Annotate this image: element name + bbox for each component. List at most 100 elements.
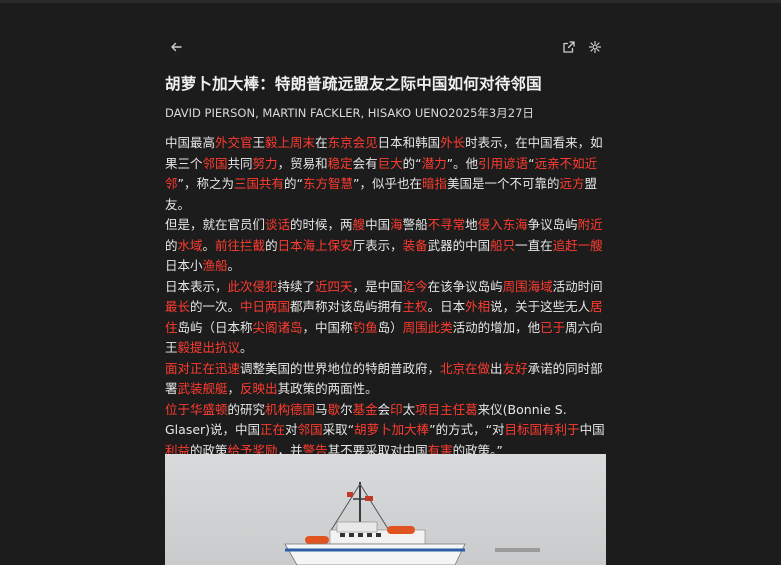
paragraph-text: 都声称对该岛屿拥有 [290,299,403,314]
paragraph-text: ”的方式，“对 [429,422,505,437]
paragraph-text: 共同 [227,155,253,171]
paragraph-text: 。 [240,340,253,355]
highlighted-term: 毅上周末 [265,135,316,150]
highlighted-term: 潜力 [421,155,447,171]
highlighted-term: 艘 [352,217,366,232]
paragraph-text: 厅表示， [352,237,403,253]
paragraph-text: 美国是一个不可靠的 [447,176,560,191]
paragraph-text: 采取“ [322,422,355,437]
paragraph-text: ，中国称 [302,319,353,335]
paragraph-text: 一直在 [515,237,553,253]
highlighted-term: 武装舰艇 [177,381,228,396]
paragraph-text: 的 [165,237,178,253]
highlighted-term: 前往拦截 [215,237,266,253]
highlighted-term: 追赶一艘 [552,237,603,253]
highlighted-term: 水域 [177,237,203,253]
gear-icon[interactable] [588,40,602,54]
paragraph-text: 但是，就在官员们 [165,217,266,232]
paragraph-text: 活动时间 [552,278,603,294]
paragraph-text: 在 [315,135,328,150]
paragraph-text: 警船 [402,217,428,232]
highlighted-term: 船只 [490,237,516,253]
highlighted-term: 钓鱼 [352,319,378,335]
paragraph-text: 活动的增加，他 [452,319,541,335]
highlighted-term: 渔船 [202,258,228,273]
paragraph-text: 王 [252,135,266,150]
highlighted-term: 外交官 [215,135,253,150]
reader-view: 胡萝卜加大棒：特朗普疏远盟友之际中国如何对待邻国 DAVID PIERSON, … [165,38,606,461]
paragraph-text: 日本小 [165,258,203,273]
highlighted-term: 稳定 [327,155,353,171]
highlighted-term: 邻国 [297,422,323,437]
highlighted-term: 外相 [465,299,491,314]
arrow-left-icon[interactable] [169,40,183,54]
paragraph-text: 的 [265,237,278,253]
highlighted-term: 不寻常 [427,217,466,232]
paragraph-text: ”。他 [446,155,479,171]
paragraph-text: 出 [490,360,503,376]
paragraph-text: 说，关于这些无人 [490,299,591,314]
article-byline: DAVID PIERSON, MARTIN FACKLER, HISAKO UE… [165,106,534,120]
highlighted-term: 装备 [402,237,428,253]
highlighted-term: 尖阁诸岛 [252,319,303,335]
article-body: 中国最高外交官王毅上周末在东京会见日本和韩国外长时表示，在中国看来，如果三个邻国… [165,133,606,461]
paragraph-text: 。日本 [427,299,466,314]
highlighted-term: 外长 [440,135,466,150]
paragraph-text: 。 [202,237,216,253]
highlighted-term: 海 [390,217,403,232]
article-title: 胡萝卜加大棒：特朗普疏远盟友之际中国如何对待邻国 [165,75,542,93]
highlighted-term: 侵入东海 [477,217,528,232]
highlighted-term: 迄今 [402,278,428,294]
highlighted-term: 东京会见 [327,135,378,150]
paragraph-text: 的一次。 [190,299,241,314]
paragraph-text: 中国 [579,422,605,437]
paragraph-text: 马 [315,401,328,417]
highlighted-term: 最长 [165,299,191,314]
highlighted-term: 三国共有 [234,176,285,191]
paragraph-text: 太 [402,401,416,417]
highlighted-term: 周围海域 [502,278,553,294]
paragraph-text: 的时候，两 [290,217,353,232]
highlighted-term: 附近 [577,217,603,232]
article-paragraph: 但是，就在官员们谈话的时候，两艘中国海警船不寻常地侵入东海争议岛屿附近的水域。前… [165,215,606,277]
highlighted-term: 周围此类 [402,319,453,335]
paragraph-text: 中国最高 [165,135,216,150]
paragraph-text: 在该争议岛屿 [427,278,503,294]
paragraph-text: 日本表示， [165,278,228,294]
highlighted-term: 努力 [252,155,278,171]
paragraph-text: 对 [285,422,298,437]
paragraph-text: 持续了 [277,278,316,294]
highlighted-term: 机构德国 [265,401,316,417]
paragraph-text: 其政策的两面性。 [277,381,378,396]
article-photo [165,454,606,565]
paragraph-text: 武器的中国 [427,237,491,253]
highlighted-term: 东方智慧 [303,176,354,191]
highlighted-term: 邻国 [202,155,228,171]
highlighted-term: 基金 [352,401,378,417]
paragraph-text: 的“ [284,176,303,191]
open-external-icon[interactable] [562,40,576,54]
highlighted-term: 近四天 [315,278,353,294]
highlighted-term: 面对正在迅速 [165,360,241,376]
highlighted-term: 暗指 [422,176,448,191]
highlighted-term: 巨大 [377,155,403,171]
paragraph-text: ”，称之为 [177,176,234,191]
paragraph-text: 的研究 [227,401,266,417]
paragraph-text: ”，似乎也在 [353,176,422,191]
paragraph-text: 地 [465,217,478,232]
article-paragraph: 位于华盛顿的研究机构德国马歇尔基金会印太项目主任葛来仪(Bonnie S. Gl… [165,400,606,462]
highlighted-term: 正在 [260,422,286,437]
highlighted-term: 中日两国 [240,299,291,314]
highlighted-term: 印 [390,401,403,417]
highlighted-term: 远方 [559,176,585,191]
highlighted-term: 主权 [402,299,428,314]
paragraph-text: 的“ [402,155,422,171]
paragraph-text: 岛） [377,319,403,335]
paragraph-text: ， [227,381,241,396]
highlighted-term: 已于 [540,319,566,335]
highlighted-term: 友好 [502,360,528,376]
highlighted-term: 项目主任葛 [415,401,478,417]
highlighted-term: 反映出 [240,381,278,396]
article-paragraph: 日本表示，此次侵犯持续了近四天，是中国迄今在该争议岛屿周围海域活动时间最长的一次… [165,277,606,359]
paragraph-text: ，是中国 [352,278,403,294]
